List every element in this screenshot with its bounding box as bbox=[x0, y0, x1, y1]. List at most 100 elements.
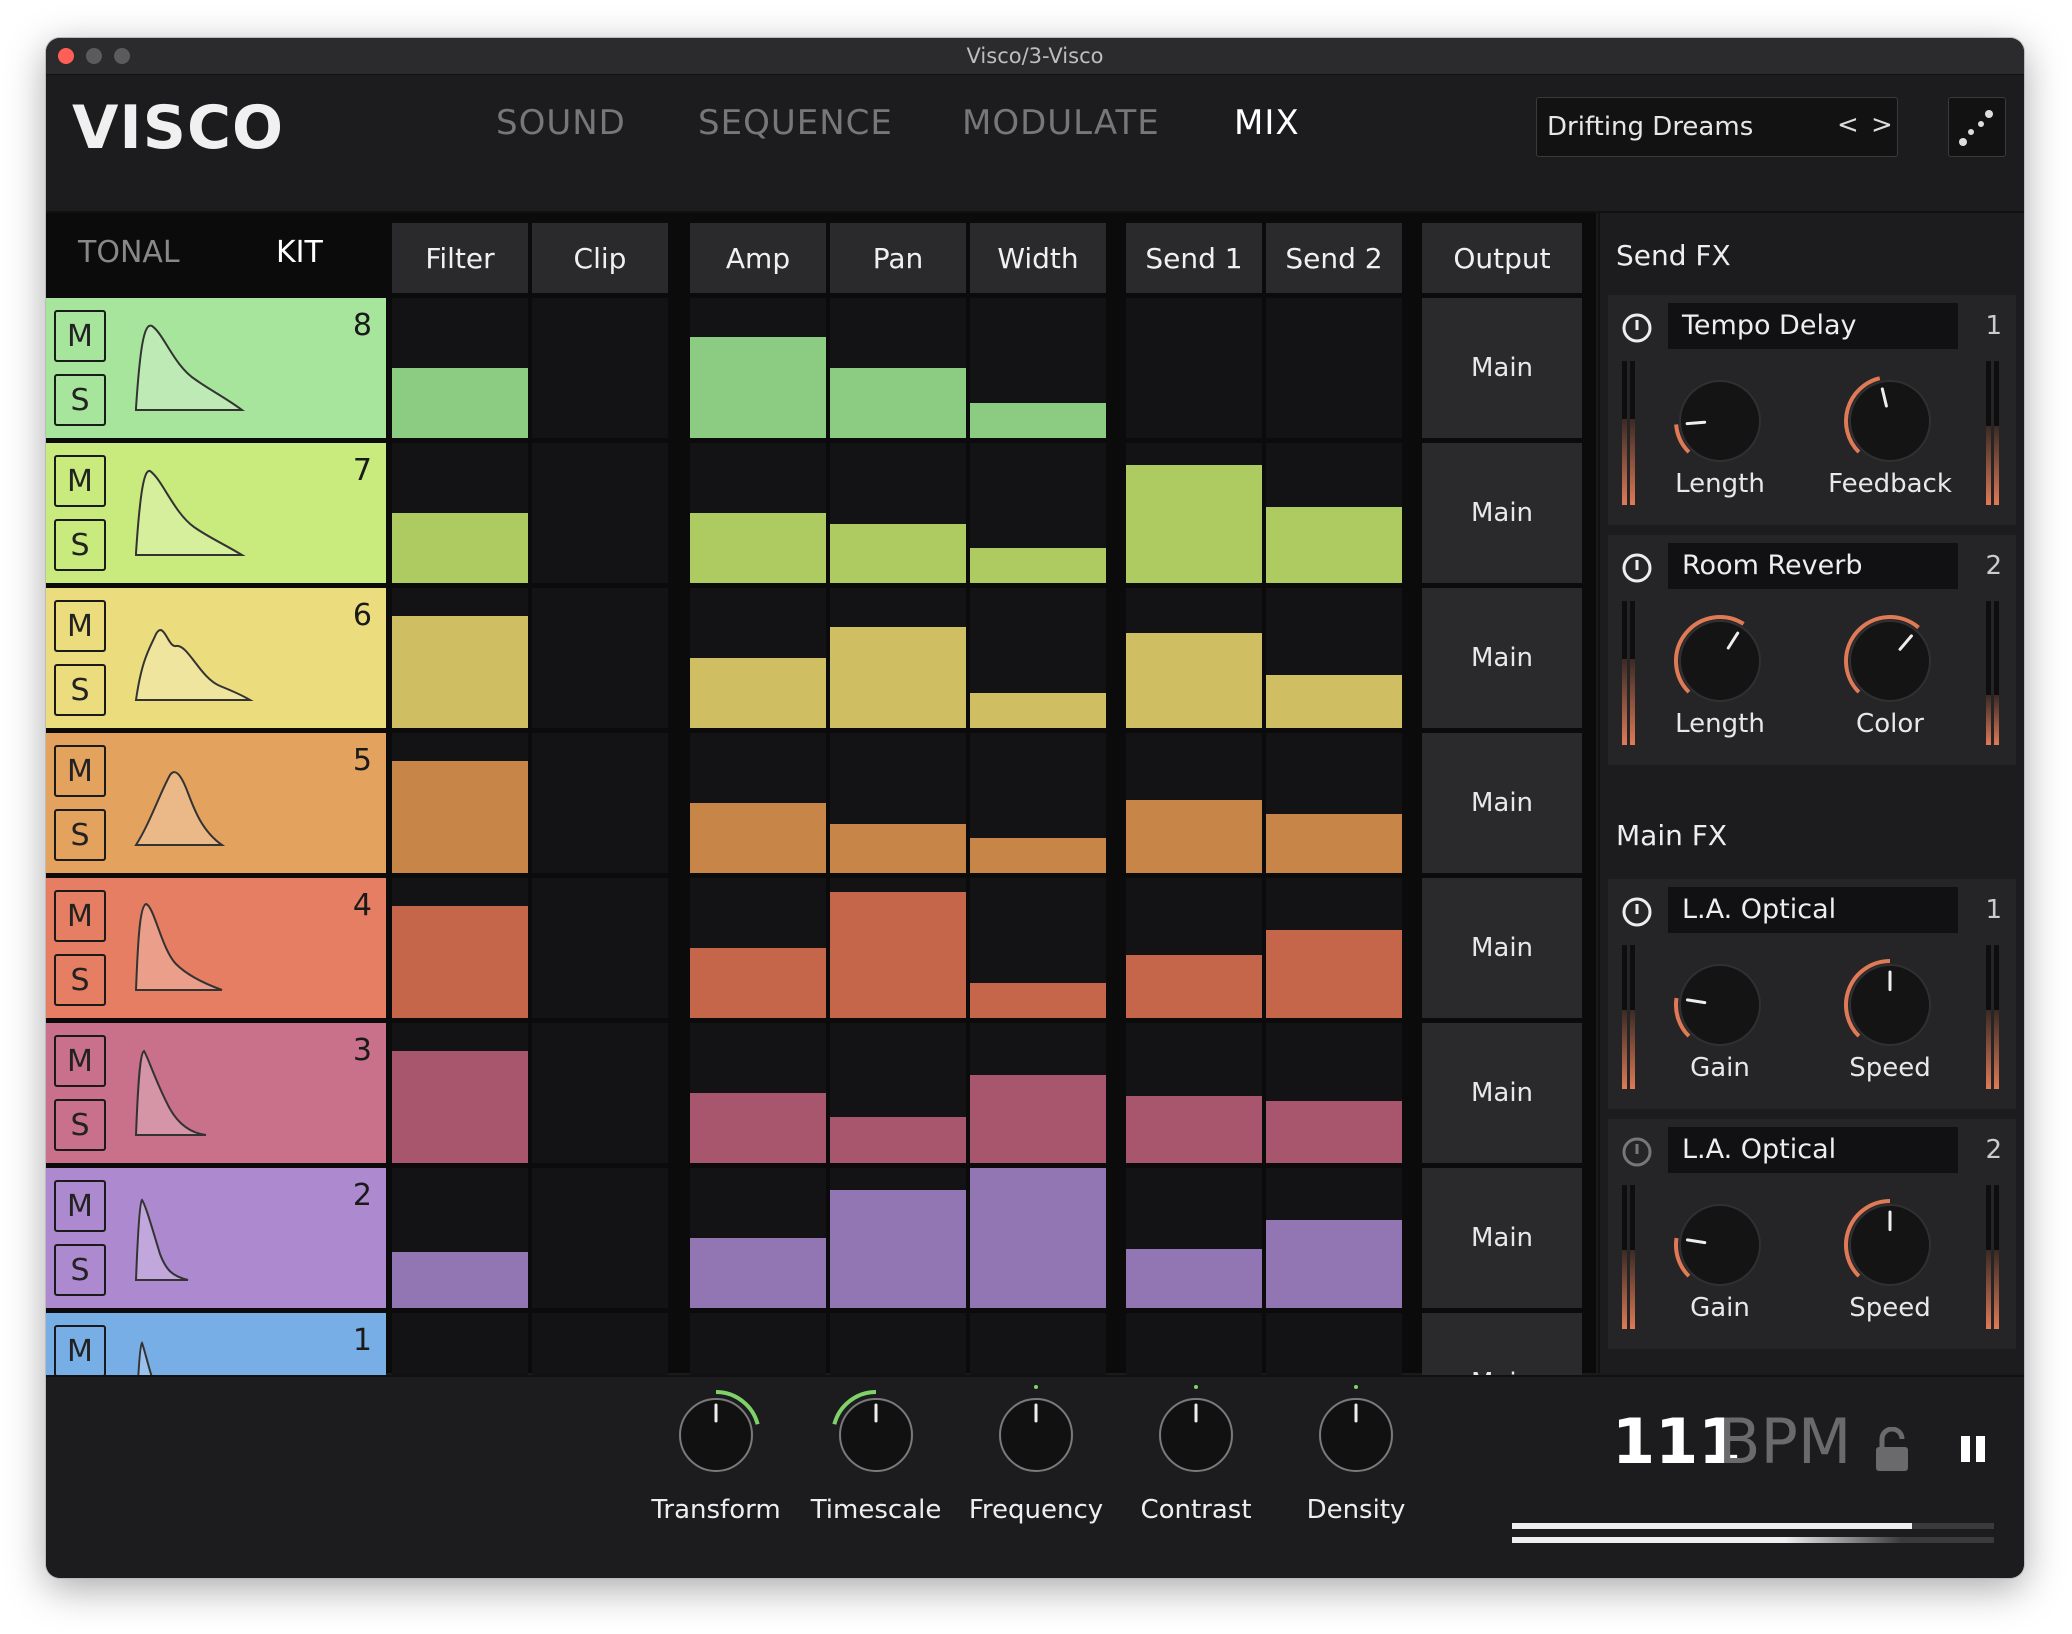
mix-cell-send1[interactable] bbox=[1126, 733, 1262, 873]
tab-tonal[interactable]: TONAL bbox=[78, 235, 180, 270]
mute-button[interactable]: M bbox=[54, 1325, 106, 1377]
macro-knob-transform[interactable] bbox=[670, 1389, 762, 1481]
macro-knob-contrast[interactable] bbox=[1150, 1389, 1242, 1481]
mix-cell-pan[interactable] bbox=[830, 878, 966, 1018]
mix-cell-width[interactable] bbox=[970, 298, 1106, 438]
mute-button[interactable]: M bbox=[54, 310, 106, 362]
solo-button[interactable]: S bbox=[54, 1244, 106, 1296]
mix-cell-width[interactable] bbox=[970, 443, 1106, 583]
output-select[interactable]: Main bbox=[1422, 443, 1582, 583]
macro-knob-density[interactable] bbox=[1310, 1389, 1402, 1481]
output-select[interactable]: Main bbox=[1422, 1023, 1582, 1163]
fx-name-select[interactable]: L.A. Optical bbox=[1668, 887, 1958, 933]
fx-name-select[interactable]: Tempo Delay bbox=[1668, 303, 1958, 349]
macro-knob-frequency[interactable] bbox=[990, 1389, 1082, 1481]
mix-cell-send1[interactable] bbox=[1126, 588, 1262, 728]
mix-cell-pan[interactable] bbox=[830, 588, 966, 728]
mix-cell-amp[interactable] bbox=[690, 443, 826, 583]
mix-cell-clip[interactable] bbox=[532, 298, 668, 438]
mix-cell-pan[interactable] bbox=[830, 733, 966, 873]
mix-cell-filter[interactable] bbox=[392, 1023, 528, 1163]
solo-button[interactable]: S bbox=[54, 954, 106, 1006]
mix-cell-send1[interactable] bbox=[1126, 1023, 1262, 1163]
mix-cell-pan[interactable] bbox=[830, 1168, 966, 1308]
power-icon[interactable] bbox=[1620, 551, 1654, 585]
tab-mix[interactable]: MIX bbox=[1234, 103, 1300, 143]
power-icon[interactable] bbox=[1620, 895, 1654, 929]
solo-button[interactable]: S bbox=[54, 664, 106, 716]
mix-cell-send2[interactable] bbox=[1266, 588, 1402, 728]
output-select[interactable]: Main bbox=[1422, 878, 1582, 1018]
mix-cell-clip[interactable] bbox=[532, 878, 668, 1018]
mute-button[interactable]: M bbox=[54, 745, 106, 797]
mix-cell-send2[interactable] bbox=[1266, 1168, 1402, 1308]
mix-cell-filter[interactable] bbox=[392, 878, 528, 1018]
mix-cell-send1[interactable] bbox=[1126, 1168, 1262, 1308]
mix-cell-filter[interactable] bbox=[392, 733, 528, 873]
mix-cell-pan[interactable] bbox=[830, 298, 966, 438]
mute-button[interactable]: M bbox=[54, 1035, 106, 1087]
mix-cell-send2[interactable] bbox=[1266, 298, 1402, 438]
fx-knob-speed[interactable] bbox=[1840, 1195, 1940, 1295]
randomize-button[interactable] bbox=[1948, 97, 2006, 157]
mix-cell-filter[interactable] bbox=[392, 298, 528, 438]
mix-cell-send1[interactable] bbox=[1126, 298, 1262, 438]
fx-name-select[interactable]: L.A. Optical bbox=[1668, 1127, 1958, 1173]
solo-button[interactable]: S bbox=[54, 1099, 106, 1151]
mix-cell-filter[interactable] bbox=[392, 443, 528, 583]
fx-knob-gain[interactable] bbox=[1670, 955, 1770, 1055]
mix-cell-amp[interactable] bbox=[690, 878, 826, 1018]
mix-cell-clip[interactable] bbox=[532, 733, 668, 873]
tab-sequence[interactable]: SEQUENCE bbox=[698, 103, 893, 143]
mute-button[interactable]: M bbox=[54, 1180, 106, 1232]
tab-modulate[interactable]: MODULATE bbox=[962, 103, 1160, 143]
tab-sound[interactable]: SOUND bbox=[496, 103, 626, 143]
mix-cell-send2[interactable] bbox=[1266, 443, 1402, 583]
mix-cell-width[interactable] bbox=[970, 733, 1106, 873]
chevron-right-icon[interactable]: > bbox=[1871, 110, 1893, 140]
mix-cell-clip[interactable] bbox=[532, 588, 668, 728]
fx-knob-color[interactable] bbox=[1840, 611, 1940, 711]
pause-icon[interactable] bbox=[1958, 1433, 1988, 1465]
mix-cell-width[interactable] bbox=[970, 878, 1106, 1018]
fx-knob-speed[interactable] bbox=[1840, 955, 1940, 1055]
mix-cell-width[interactable] bbox=[970, 588, 1106, 728]
mix-cell-amp[interactable] bbox=[690, 1168, 826, 1308]
power-icon[interactable] bbox=[1620, 311, 1654, 345]
mix-cell-width[interactable] bbox=[970, 1168, 1106, 1308]
mix-cell-pan[interactable] bbox=[830, 443, 966, 583]
mute-button[interactable]: M bbox=[54, 600, 106, 652]
mix-cell-amp[interactable] bbox=[690, 588, 826, 728]
mute-button[interactable]: M bbox=[54, 455, 106, 507]
mix-cell-filter[interactable] bbox=[392, 1168, 528, 1308]
mix-cell-amp[interactable] bbox=[690, 298, 826, 438]
macro-knob-timescale[interactable] bbox=[830, 1389, 922, 1481]
tab-kit[interactable]: KIT bbox=[276, 235, 323, 270]
mix-cell-send1[interactable] bbox=[1126, 878, 1262, 1018]
mix-cell-amp[interactable] bbox=[690, 1023, 826, 1163]
output-select[interactable]: Main bbox=[1422, 588, 1582, 728]
solo-button[interactable]: S bbox=[54, 809, 106, 861]
mix-cell-width[interactable] bbox=[970, 1023, 1106, 1163]
mix-cell-pan[interactable] bbox=[830, 1023, 966, 1163]
mix-cell-clip[interactable] bbox=[532, 1168, 668, 1308]
mix-cell-amp[interactable] bbox=[690, 733, 826, 873]
output-select[interactable]: Main bbox=[1422, 1168, 1582, 1308]
mix-cell-send2[interactable] bbox=[1266, 1023, 1402, 1163]
mix-cell-send1[interactable] bbox=[1126, 443, 1262, 583]
output-select[interactable]: Main bbox=[1422, 733, 1582, 873]
mix-cell-send2[interactable] bbox=[1266, 733, 1402, 873]
mix-cell-clip[interactable] bbox=[532, 443, 668, 583]
lock-open-icon[interactable] bbox=[1874, 1427, 1910, 1473]
power-icon[interactable] bbox=[1620, 1135, 1654, 1169]
solo-button[interactable]: S bbox=[54, 374, 106, 426]
fx-knob-length[interactable] bbox=[1670, 611, 1770, 711]
preset-selector[interactable]: Drifting Dreams < > bbox=[1536, 97, 1898, 157]
solo-button[interactable]: S bbox=[54, 519, 106, 571]
output-select[interactable]: Main bbox=[1422, 298, 1582, 438]
fx-knob-gain[interactable] bbox=[1670, 1195, 1770, 1295]
fx-knob-length[interactable] bbox=[1670, 371, 1770, 471]
fx-name-select[interactable]: Room Reverb bbox=[1668, 543, 1958, 589]
mix-cell-filter[interactable] bbox=[392, 588, 528, 728]
mix-cell-send2[interactable] bbox=[1266, 878, 1402, 1018]
